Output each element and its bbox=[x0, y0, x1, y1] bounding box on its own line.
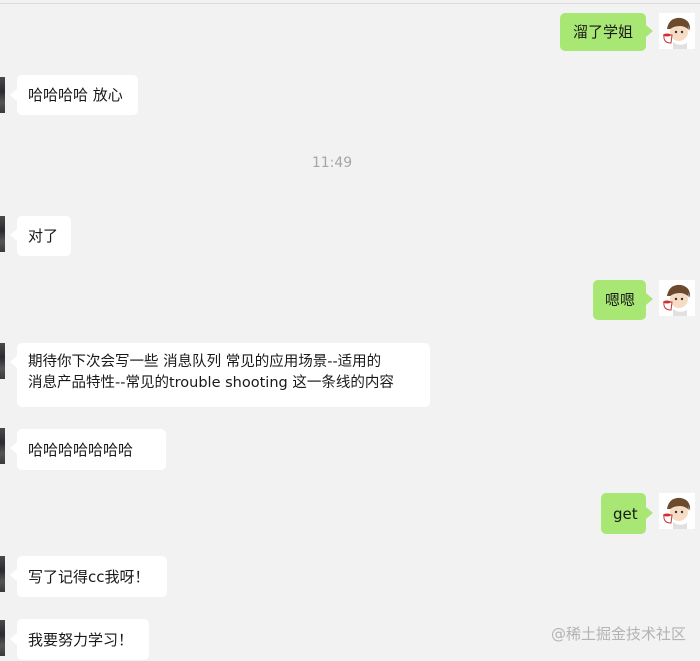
message-text: 我要努力学习！ bbox=[28, 631, 134, 649]
bubble-tail bbox=[646, 293, 653, 305]
message-bubble-incoming[interactable]: 期待你下次会写一些 消息队列 常见的应用场景--适用的 消息产品特性--常见的t… bbox=[17, 343, 430, 407]
bubble-tail bbox=[10, 229, 17, 241]
message-bubble-outgoing[interactable]: get bbox=[601, 493, 646, 534]
top-divider bbox=[0, 3, 700, 4]
message-bubble-incoming[interactable]: 哈哈哈哈哈哈哈 bbox=[17, 429, 166, 470]
watermark: @稀土掘金技术社区 bbox=[551, 625, 687, 643]
self-avatar-icon[interactable] bbox=[659, 493, 695, 529]
contact-avatar-icon[interactable] bbox=[0, 556, 5, 592]
message-text-line: 期待你下次会写一些 消息队列 常见的应用场景--适用的 bbox=[28, 354, 382, 370]
message-timestamp: 11:49 bbox=[311, 155, 353, 171]
message-bubble-incoming[interactable]: 对了 bbox=[17, 216, 71, 256]
bubble-tail bbox=[646, 25, 653, 37]
bubble-tail bbox=[10, 89, 17, 101]
bubble-tail bbox=[10, 356, 17, 368]
message-bubble-outgoing[interactable]: 嗯嗯 bbox=[593, 280, 646, 320]
bubble-tail bbox=[10, 569, 17, 581]
contact-avatar-icon[interactable] bbox=[0, 620, 5, 656]
bubble-tail bbox=[646, 507, 653, 519]
message-text: 嗯嗯 bbox=[605, 291, 636, 309]
message-text: 哈哈哈哈哈哈哈 bbox=[28, 441, 134, 459]
message-text-line: 消息产品特性--常见的trouble shooting 这一条线的内容 bbox=[28, 375, 394, 391]
message-text: 写了记得cc我呀！ bbox=[28, 568, 150, 586]
message-bubble-incoming[interactable]: 我要努力学习！ bbox=[17, 619, 149, 660]
contact-avatar-icon[interactable] bbox=[0, 77, 5, 113]
message-bubble-incoming[interactable]: 哈哈哈哈 放心 bbox=[17, 75, 138, 115]
bubble-tail bbox=[10, 442, 17, 454]
message-text: 对了 bbox=[28, 227, 59, 245]
message-text: 溜了学姐 bbox=[573, 23, 634, 41]
message-text: 哈哈哈哈 放心 bbox=[28, 86, 123, 104]
message-bubble-incoming[interactable]: 写了记得cc我呀！ bbox=[17, 556, 167, 597]
self-avatar-icon[interactable] bbox=[659, 280, 695, 316]
contact-avatar-icon[interactable] bbox=[0, 343, 5, 379]
self-avatar-icon[interactable] bbox=[659, 13, 695, 49]
contact-avatar-icon[interactable] bbox=[0, 428, 5, 464]
bubble-tail bbox=[10, 633, 17, 645]
message-text: get bbox=[613, 505, 638, 523]
contact-avatar-icon[interactable] bbox=[0, 216, 5, 252]
message-bubble-outgoing[interactable]: 溜了学姐 bbox=[560, 13, 646, 51]
